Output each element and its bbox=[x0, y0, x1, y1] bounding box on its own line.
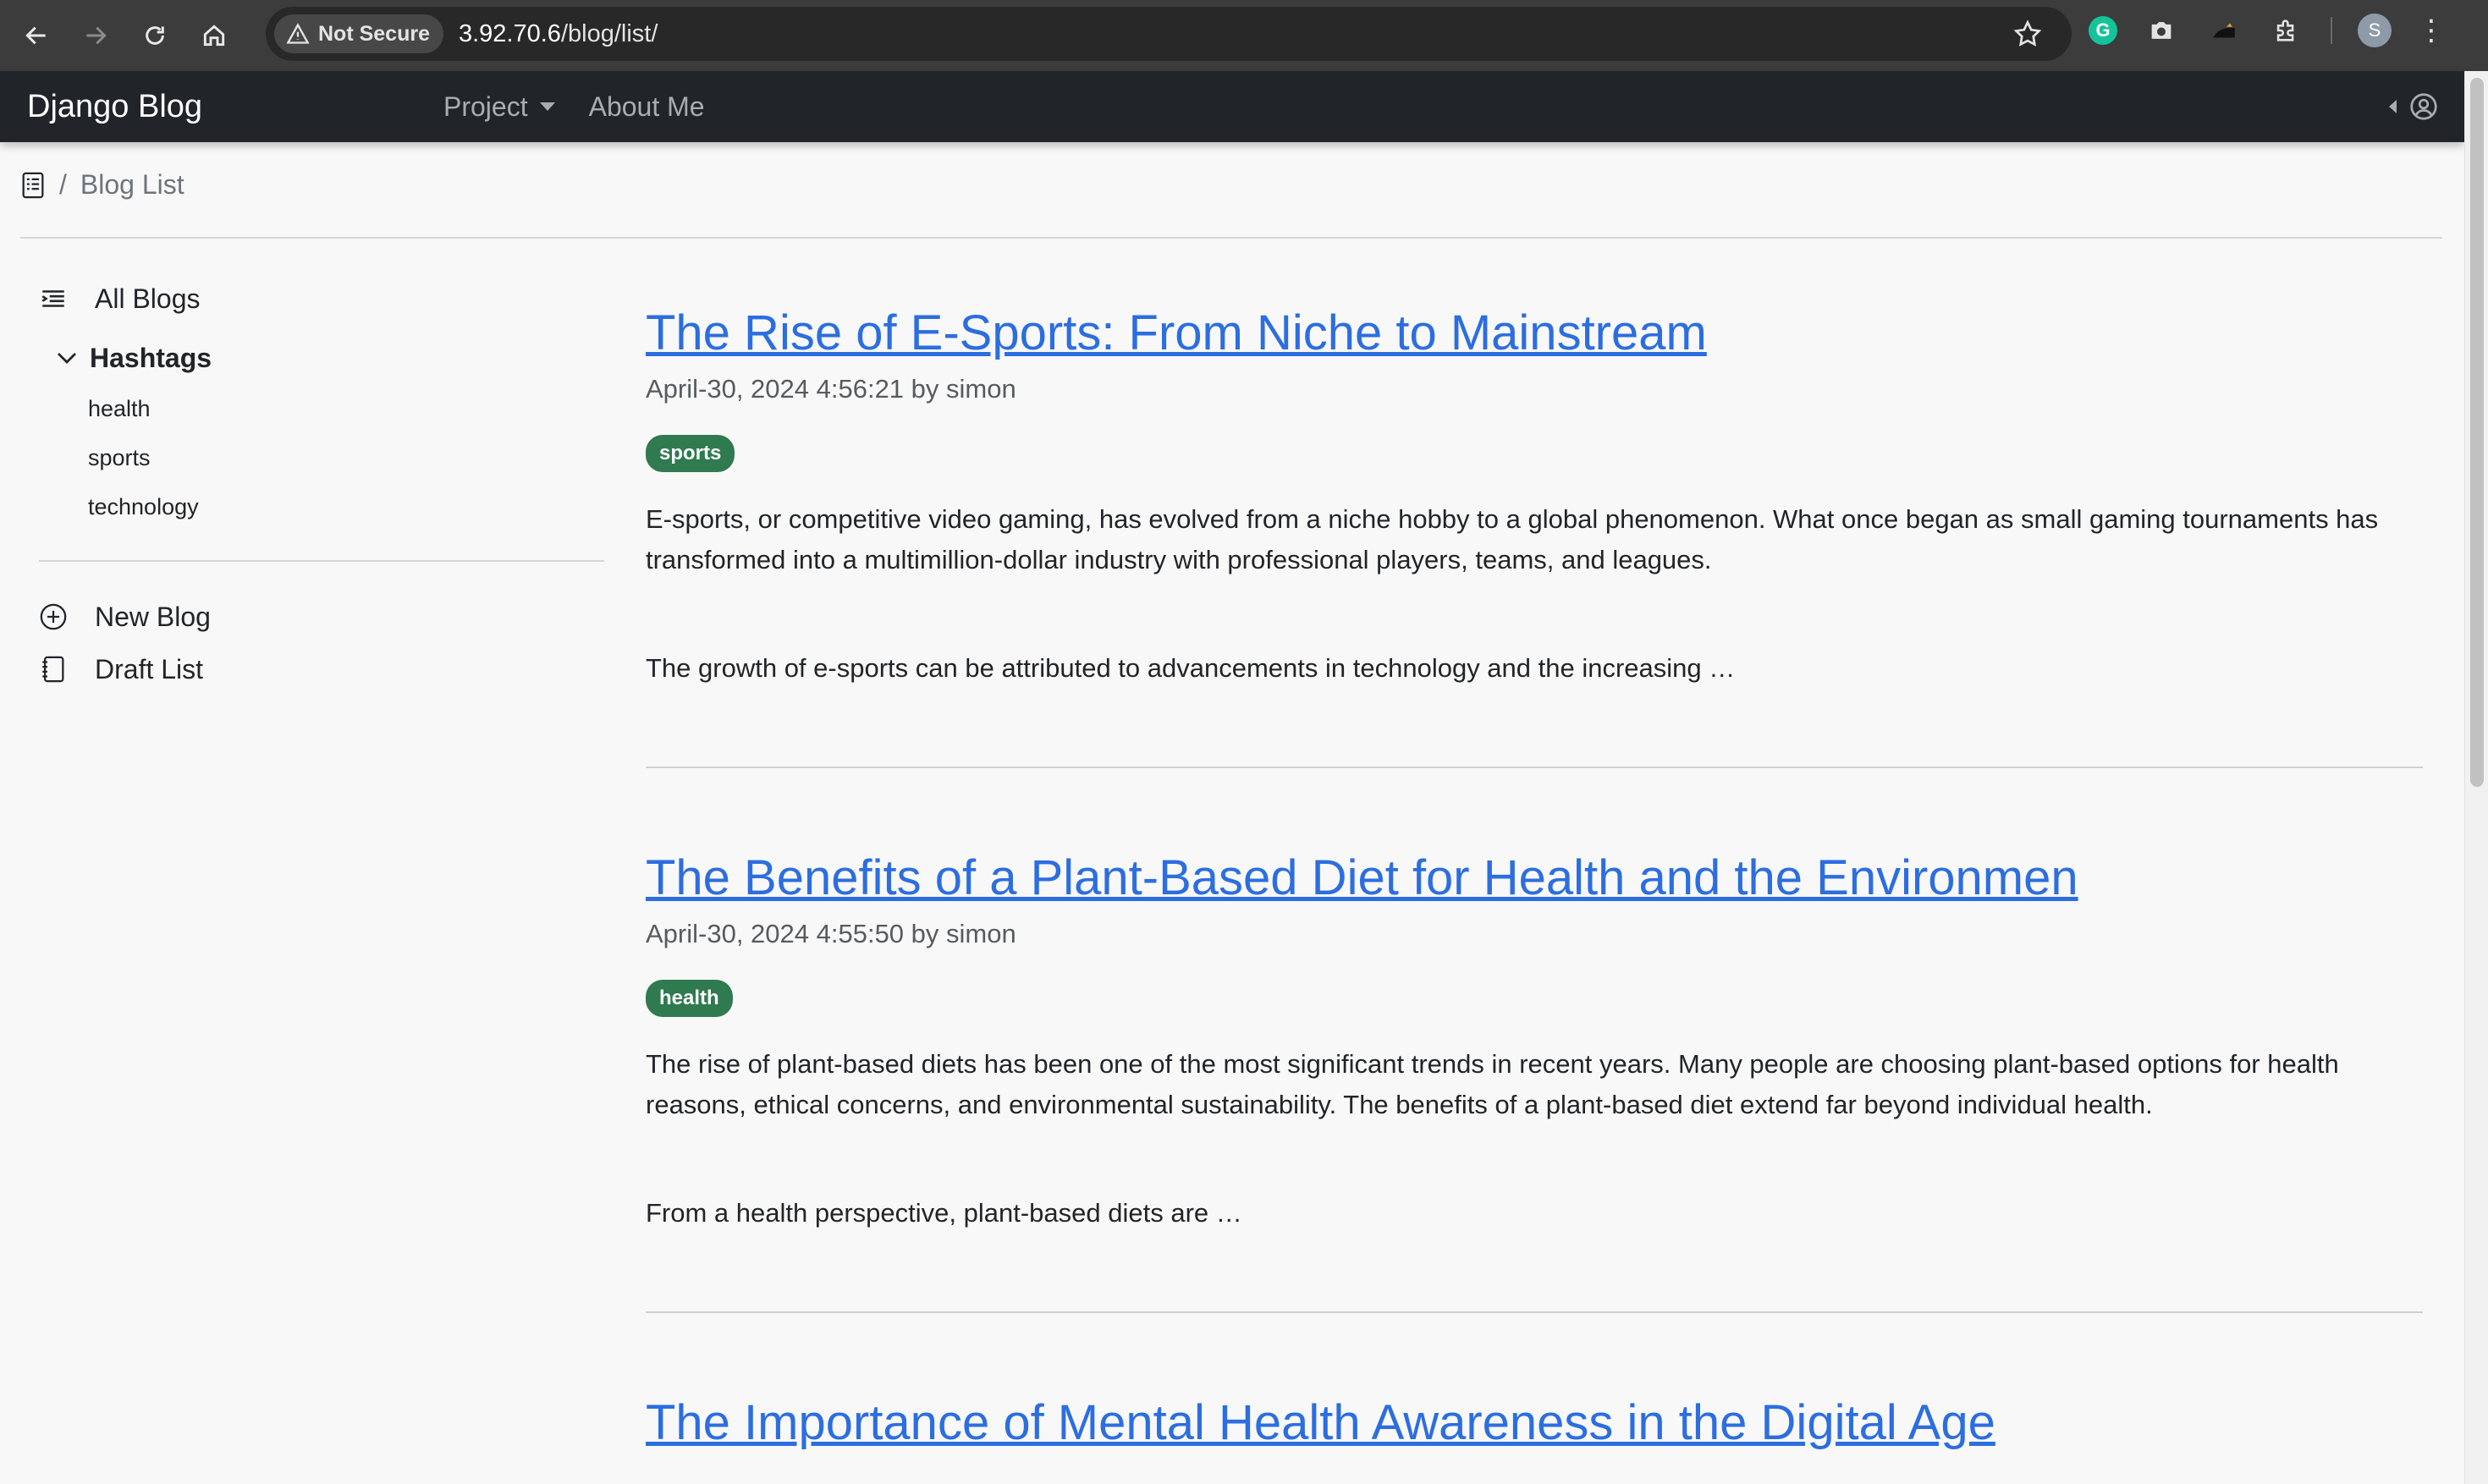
security-label: Not Secure bbox=[318, 21, 430, 46]
excerpt-paragraph: E-sports, or competitive video gaming, h… bbox=[646, 504, 2379, 574]
sidebar-item-all-blogs[interactable]: All Blogs bbox=[39, 272, 606, 325]
back-button[interactable] bbox=[14, 13, 59, 58]
excerpt-paragraph: The rise of plant-based diets has been o… bbox=[646, 1049, 2339, 1119]
user-menu[interactable] bbox=[2389, 91, 2439, 122]
excerpt-paragraph: From a health perspective, plant-based d… bbox=[646, 1198, 1242, 1228]
sidebar-item-label: Draft List bbox=[95, 653, 204, 684]
plus-circle-icon bbox=[40, 603, 67, 630]
hashtags-toggle[interactable]: Hashtags bbox=[54, 332, 606, 384]
post-title-link[interactable]: The Rise of E-Sports: From Niche to Main… bbox=[646, 301, 2423, 366]
hashtags-heading: Hashtags bbox=[90, 342, 212, 373]
browser-menu-icon[interactable]: ⋮ bbox=[2417, 14, 2446, 47]
blog-post: The Importance of Mental Health Awarenes… bbox=[646, 1391, 2423, 1455]
blog-post: The Rise of E-Sports: From Niche to Main… bbox=[646, 301, 2423, 768]
about-me-link[interactable]: About Me bbox=[589, 91, 705, 123]
toolbar-separator bbox=[2331, 17, 2332, 44]
about-me-label: About Me bbox=[588, 91, 705, 122]
arrow-right-icon bbox=[86, 26, 107, 45]
bookmark-star-icon[interactable] bbox=[2012, 19, 2043, 49]
sidebar-item-new-blog[interactable]: New Blog bbox=[39, 591, 606, 643]
project-label: Project bbox=[443, 91, 528, 122]
grammarly-extension-icon[interactable]: G bbox=[2089, 16, 2117, 45]
reload-button[interactable] bbox=[132, 13, 178, 58]
sidebar-item-label: All Blogs bbox=[95, 283, 201, 314]
post-meta: April-30, 2024 4:55:50 by simon bbox=[646, 919, 1016, 948]
chevron-down-icon bbox=[58, 353, 76, 364]
blog-post: The Benefits of a Plant-Based Diet for H… bbox=[646, 846, 2423, 1313]
extensions-area: G S ⋮ bbox=[2089, 12, 2446, 49]
document-list-icon bbox=[22, 172, 44, 198]
home-icon bbox=[203, 25, 225, 47]
nav-links: Project About Me bbox=[443, 91, 705, 123]
camera-extension-icon[interactable] bbox=[2143, 12, 2180, 49]
list-indent-icon bbox=[41, 290, 64, 307]
url-text[interactable]: 3.92.70.6/blog/list/ bbox=[459, 20, 658, 48]
blog-post-list: The Rise of E-Sports: From Niche to Main… bbox=[646, 301, 2423, 1455]
caret-left-icon bbox=[2389, 100, 2397, 113]
project-dropdown[interactable]: Project bbox=[443, 91, 555, 123]
brand-link[interactable]: Django Blog bbox=[27, 89, 202, 125]
excerpt-paragraph: The growth of e-sports can be attributed… bbox=[646, 653, 1736, 683]
hashtag-link-sports[interactable]: sports bbox=[88, 433, 606, 482]
dark-extension-icon[interactable] bbox=[2205, 12, 2243, 49]
app-navbar: Django Blog Project About Me bbox=[0, 71, 2464, 142]
hashtag-badge[interactable]: sports bbox=[646, 435, 735, 472]
address-bar[interactable]: Not Secure 3.92.70.6/blog/list/ bbox=[266, 7, 2072, 61]
sidebar-item-draft-list[interactable]: Draft List bbox=[39, 643, 606, 695]
breadcrumb-separator: / bbox=[59, 169, 67, 200]
caret-down-icon bbox=[539, 102, 555, 111]
breadcrumb-current: Blog List bbox=[80, 169, 184, 200]
url-host: 3.92.70.6 bbox=[458, 19, 561, 47]
user-circle-icon bbox=[2410, 93, 2437, 120]
post-excerpt: The rise of plant-based diets has been o… bbox=[646, 1044, 2423, 1234]
post-meta: April-30, 2024 4:56:21 by simon bbox=[646, 374, 1016, 404]
notebook-icon bbox=[42, 656, 64, 683]
hashtag-link-technology[interactable]: technology bbox=[88, 482, 606, 531]
post-title-link[interactable]: The Importance of Mental Health Awarenes… bbox=[646, 1391, 2423, 1455]
url-path: /blog/list/ bbox=[560, 19, 658, 47]
warning-icon bbox=[286, 23, 310, 44]
post-title-link[interactable]: The Benefits of a Plant-Based Diet for H… bbox=[646, 846, 2423, 910]
reload-icon bbox=[146, 26, 164, 45]
hashtag-link-health[interactable]: health bbox=[88, 384, 606, 433]
page-scrollbar[interactable] bbox=[2464, 71, 2488, 1484]
breadcrumb-divider bbox=[20, 237, 2442, 239]
scrollbar-thumb[interactable] bbox=[2470, 78, 2484, 787]
sidebar: All Blogs Hashtags health sports technol… bbox=[39, 272, 606, 695]
puzzle-extensions-icon[interactable] bbox=[2268, 12, 2305, 49]
hashtag-badge[interactable]: health bbox=[646, 980, 733, 1017]
forward-button[interactable] bbox=[73, 13, 118, 58]
security-chip[interactable]: Not Secure bbox=[274, 14, 443, 53]
arrow-left-icon bbox=[25, 26, 46, 45]
post-excerpt: E-sports, or competitive video gaming, h… bbox=[646, 499, 2423, 689]
sidebar-item-label: New Blog bbox=[95, 601, 211, 632]
profile-avatar[interactable]: S bbox=[2358, 14, 2392, 47]
sidebar-divider bbox=[39, 560, 604, 562]
browser-toolbar: Not Secure 3.92.70.6/blog/list/ G S ⋮ bbox=[0, 0, 2488, 71]
home-button[interactable] bbox=[191, 13, 237, 58]
breadcrumb: / Blog List bbox=[20, 169, 184, 201]
